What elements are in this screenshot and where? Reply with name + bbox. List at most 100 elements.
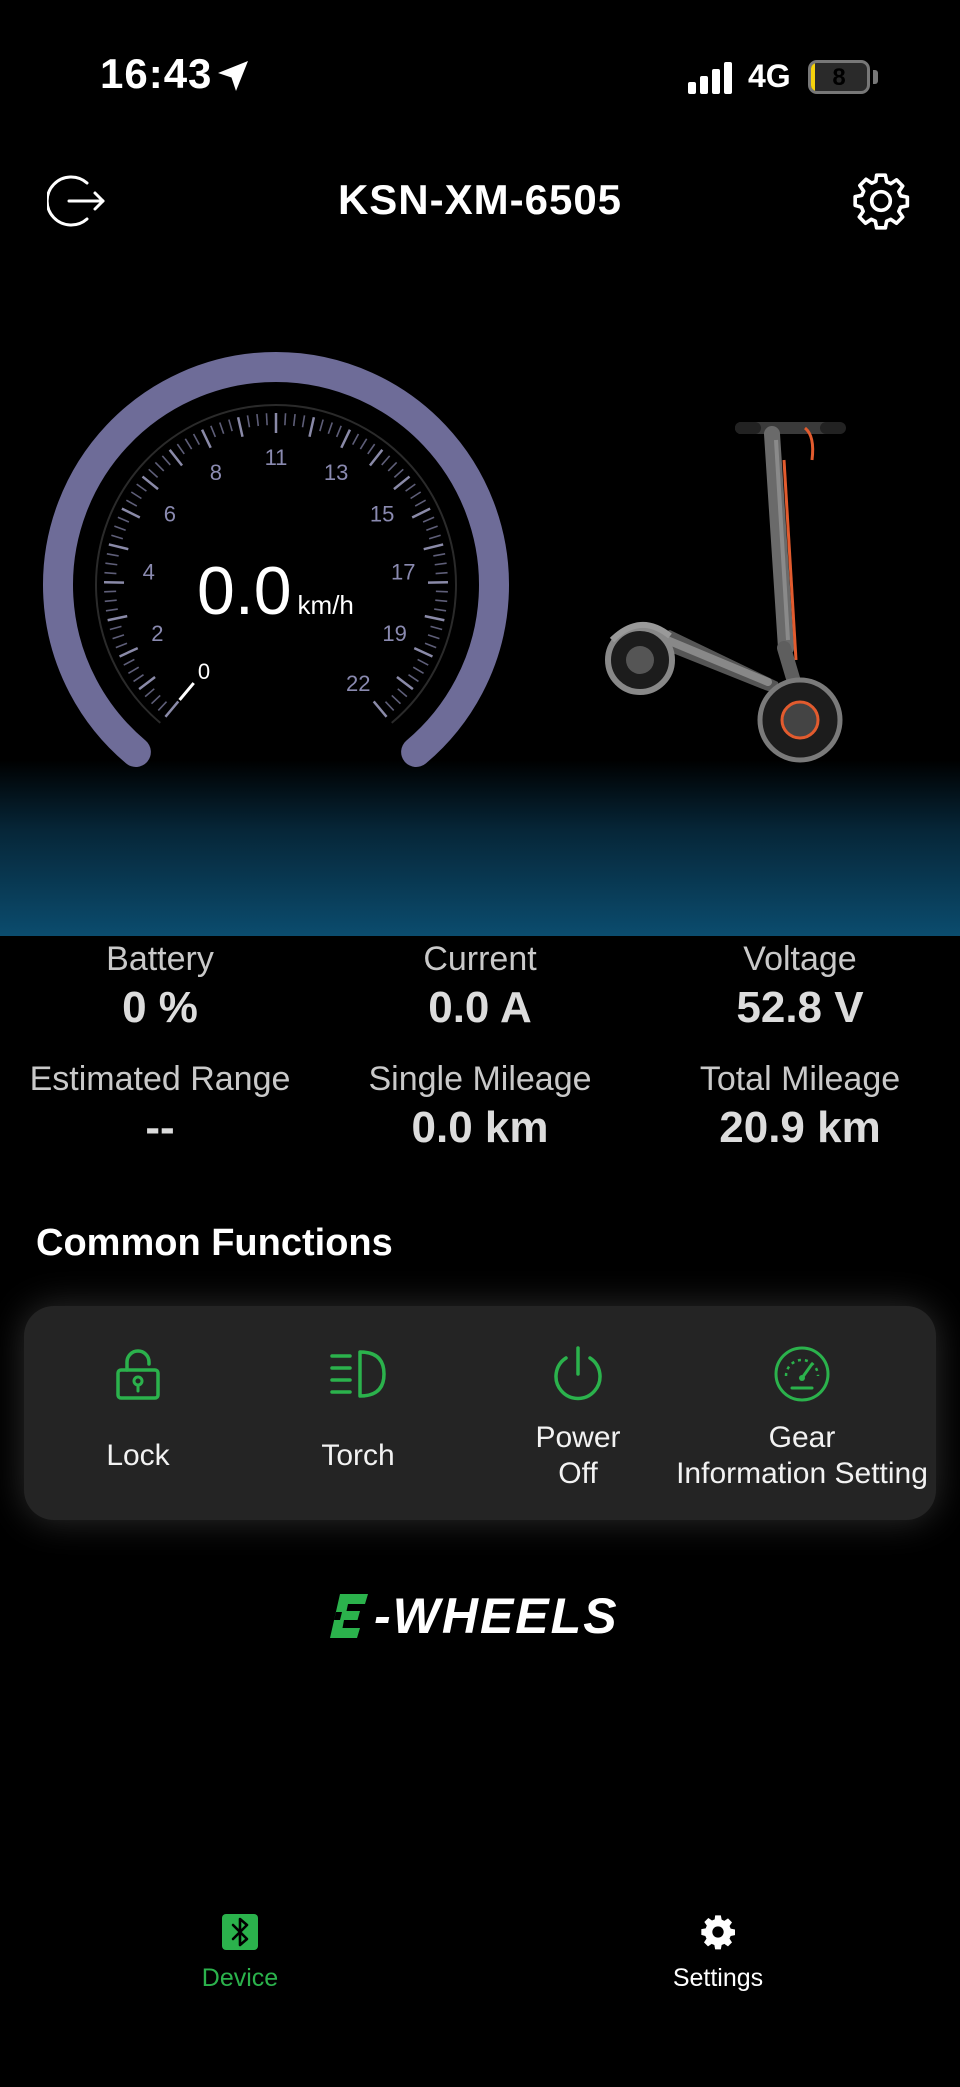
tab-device[interactable]: Device [140,1912,340,1993]
stat-current: Current 0.0 A [320,940,640,1033]
speed-gauge-icon [774,1346,830,1402]
lock-button[interactable]: Lock [28,1306,248,1520]
device-title: KSN-XM-6505 [337,176,623,223]
gauge-tick [430,625,443,631]
gauge-tick [387,461,398,472]
location-arrow-icon [218,61,248,91]
gear-icon [853,173,910,230]
stat-value: 20.9 km [719,1103,881,1152]
gauge-tick [359,438,368,450]
gauge-tick [393,475,411,491]
gauge-tick [284,413,287,426]
stat-label: Single Mileage [368,1060,592,1098]
tab-settings-label: Settings [672,1964,764,1992]
gauge-tick [408,674,419,683]
gauge-tick [109,625,122,631]
gauge-tick [119,647,139,658]
battery-tip [873,70,878,84]
stat-label: Current [423,940,537,978]
gauge-tick [256,413,260,427]
gauge-tick [319,419,324,432]
gauge-tick [435,571,448,575]
gauge-tick [327,422,334,435]
tab-device-label: Device [201,1964,279,1992]
gauge-tick-label: 19 [382,621,406,646]
e-wheels-logo-text: -WHEELS [374,1588,619,1644]
gauge-tick [136,483,147,492]
gauge-tick [412,666,424,675]
stat-value: -- [145,1103,175,1152]
stat-total-mileage: Total Mileage 20.9 km [640,1060,960,1153]
stat-value: 0.0 A [428,983,532,1032]
gauge-tick [414,499,427,507]
power-off-button[interactable]: Power Off [468,1306,688,1520]
gauge-tick [351,433,360,445]
gauge-tick [396,676,414,691]
gauge-tick [218,422,225,435]
gauge-tick [133,674,144,683]
cellular-signal-icon [688,62,732,94]
gear-label-line1: Gear [768,1421,836,1454]
gauge-tick-label: 22 [346,671,370,696]
gauge-tick [335,425,342,438]
gauge-tick [115,642,128,649]
gauge-tick [434,562,447,566]
gauge-tick [108,543,129,551]
gauge-tick [428,534,441,540]
speed-unit: km/h [297,590,354,620]
gauge-tick-label: 13 [324,460,348,485]
network-type: 4G [748,58,791,94]
stat-voltage: Voltage 52.8 V [640,940,960,1033]
gauge-tick [123,658,135,666]
gauge-tick [114,525,126,532]
power-icon [554,1346,602,1401]
torch-button[interactable]: Torch [248,1306,468,1520]
gauge-tick [130,491,142,500]
gauge-tick [405,483,416,492]
gauge-tick [200,429,212,449]
gauge-tick [112,634,125,640]
gauge-tick-label: 17 [391,560,415,585]
settings-button[interactable] [848,168,914,234]
battery-level: 8 [832,64,846,91]
gauge-tick [192,433,201,445]
battery-icon: 8 [808,60,870,94]
gauge-tick [117,516,130,523]
gauge-tick [265,413,268,426]
gauge-tick [301,415,306,428]
stat-label: Voltage [743,940,857,978]
gauge-tick [150,694,161,705]
gauge-tick [393,468,404,478]
gauge-tick [138,676,156,691]
gauge-tick [121,507,141,519]
stat-value: 0 % [122,983,198,1032]
gauge-tick [426,525,438,532]
gauge-tick [391,694,402,705]
stat-label: Battery [106,940,214,978]
gauge-tick [161,455,171,466]
gauge-tick-label: 15 [370,501,394,526]
gauge-tick [168,449,184,467]
gauge-tick [164,700,180,718]
gauge-tick [104,599,117,603]
gauge-tick [411,507,431,519]
common-functions-card: Lock Torch Power Off Gear Information Se… [24,1306,936,1520]
gauge-tick [340,429,352,449]
gauge-tick [434,608,447,612]
gear-information-setting-label: Gear Information Setting [662,1420,942,1492]
stat-estimated-range: Estimated Range -- [0,1060,320,1153]
gauge-tick [176,443,185,455]
gear-information-setting-button[interactable]: Gear Information Setting [676,1306,928,1520]
common-functions-title: Common Functions [36,1222,393,1264]
tab-settings[interactable]: Settings [618,1912,818,1993]
gauge-needle [178,682,195,701]
gauge-tick [381,455,391,466]
stat-value: 0.0 km [411,1103,549,1152]
gauge-tick [104,571,117,575]
gauge-tick [106,553,119,557]
hero-gradient [0,760,960,936]
gauge-tick [422,516,435,523]
gauge-tick [210,425,217,438]
gauge-tick-label: 4 [143,560,155,585]
gauge-tick [157,701,168,711]
